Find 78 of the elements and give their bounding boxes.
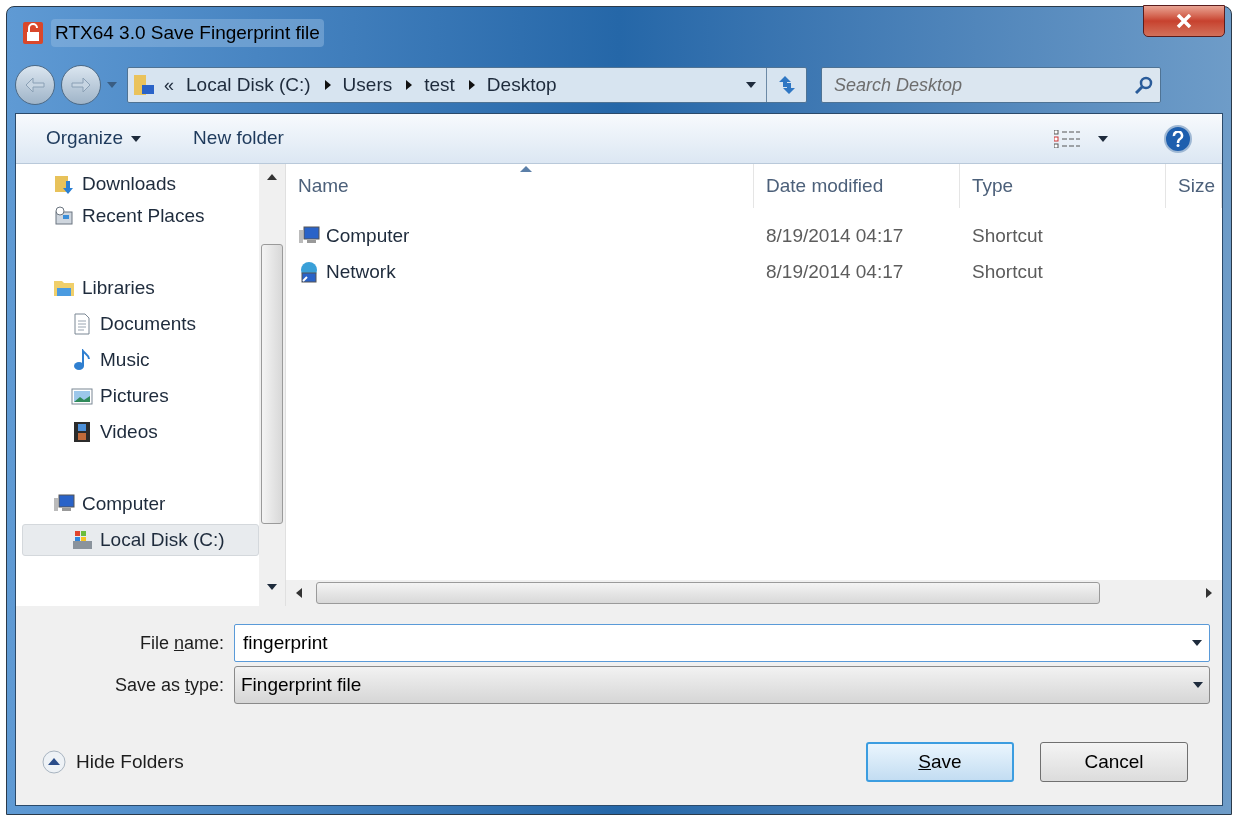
search-icon xyxy=(1135,76,1153,94)
file-row[interactable]: Network 8/19/2014 04:17 Shortcut xyxy=(286,256,1222,288)
sort-arrow-icon xyxy=(519,166,532,172)
breadcrumb-overflow[interactable]: « xyxy=(164,71,174,99)
file-name: Computer xyxy=(326,223,410,248)
breadcrumb-item[interactable]: Users xyxy=(342,70,393,100)
breadcrumb-item[interactable]: Desktop xyxy=(486,70,557,100)
folder-icon xyxy=(132,73,156,97)
network-shortcut-icon xyxy=(298,261,320,283)
breadcrumb-item[interactable]: test xyxy=(424,70,455,100)
scroll-down-icon xyxy=(267,584,277,590)
help-button[interactable] xyxy=(1164,124,1192,153)
back-arrow-icon xyxy=(25,78,45,92)
hide-folders-button[interactable]: Hide Folders xyxy=(42,747,184,777)
sidebar-item[interactable]: Downloads xyxy=(22,168,259,200)
history-caret-icon xyxy=(107,82,117,88)
column-header[interactable]: Name xyxy=(286,164,754,208)
dialog-button[interactable]: Cancel xyxy=(1040,742,1188,782)
music-note-icon xyxy=(71,349,93,371)
download-folder-icon xyxy=(53,173,75,195)
caret-icon xyxy=(131,135,142,142)
scroll-up-icon xyxy=(267,174,277,180)
save-type-label: Save as type: xyxy=(113,673,225,697)
date-cell-text: 8/19/2014 04:17 xyxy=(765,223,905,248)
forward-arrow-icon xyxy=(71,78,91,92)
sidebar-item[interactable]: Music xyxy=(22,344,259,376)
file-row[interactable]: Computer 8/19/2014 04:17 Shortcut xyxy=(286,220,1222,252)
dropdown-caret-icon xyxy=(1192,640,1202,646)
type-cell-text: Shortcut xyxy=(971,223,1044,248)
collapse-up-icon xyxy=(42,750,66,774)
dialog-button[interactable]: Save xyxy=(866,742,1014,782)
drive-icon xyxy=(71,529,93,551)
picture-icon xyxy=(71,385,93,407)
caret-icon xyxy=(1098,135,1108,142)
chevron-right-icon xyxy=(324,80,331,90)
scroll-left-icon xyxy=(296,588,302,598)
sidebar-item[interactable]: Computer xyxy=(22,488,259,520)
sidebar-item[interactable]: Local Disk (C:) xyxy=(22,524,259,556)
back-button[interactable] xyxy=(15,65,55,105)
forward-button[interactable] xyxy=(61,65,101,105)
close-button[interactable] xyxy=(1143,5,1225,37)
sidebar-item[interactable]: Documents xyxy=(22,308,259,340)
document-icon xyxy=(71,313,93,335)
scrollbar-thumb[interactable] xyxy=(316,582,1100,604)
type-cell-text: Shortcut xyxy=(971,259,1044,284)
file-name-field[interactable]: fingerprint xyxy=(234,624,1210,662)
address-bar[interactable]: « Local Disk (C:) Users test Desktop xyxy=(127,67,807,103)
details-view-icon xyxy=(1054,129,1082,148)
chevron-right-icon xyxy=(406,80,413,90)
sidebar-item[interactable]: Libraries xyxy=(22,272,259,304)
vertical-scrollbar[interactable] xyxy=(259,164,285,606)
film-strip-icon xyxy=(71,421,93,443)
view-options-button[interactable] xyxy=(1054,129,1108,148)
breadcrumb-item[interactable]: Local Disk (C:) xyxy=(186,70,311,100)
search-field[interactable]: Search Desktop xyxy=(821,67,1161,103)
help-icon xyxy=(1172,130,1184,147)
chevron-right-icon xyxy=(468,80,475,90)
lock-app-icon xyxy=(23,22,43,44)
column-header[interactable]: Type xyxy=(960,164,1166,208)
address-dropdown-icon xyxy=(746,82,756,88)
file-name: Network xyxy=(326,259,396,284)
scrollbar-thumb[interactable] xyxy=(261,244,283,524)
close-icon xyxy=(1176,14,1192,28)
column-header[interactable]: Date modified xyxy=(754,164,960,208)
caret-icon xyxy=(1193,682,1203,688)
date-cell-text: 8/19/2014 04:17 xyxy=(765,259,905,284)
scroll-right-icon xyxy=(1206,588,1212,598)
new-folder-button[interactable]: New folder xyxy=(193,124,284,153)
file-name-label: File name: xyxy=(138,631,225,655)
sidebar-item[interactable]: Pictures xyxy=(22,380,259,412)
column-header[interactable]: Size xyxy=(1166,164,1222,208)
organize-menu[interactable]: Organize xyxy=(46,124,142,153)
sidebar-item[interactable]: Videos xyxy=(22,416,259,448)
sidebar-item[interactable]: Recent Places xyxy=(22,200,259,232)
window-title: RTX64 3.0 Save Fingerprint file xyxy=(51,18,324,48)
save-type-dropdown[interactable]: Fingerprint file xyxy=(234,666,1210,704)
horizontal-scrollbar[interactable] xyxy=(286,580,1222,606)
recent-places-icon xyxy=(53,205,75,227)
